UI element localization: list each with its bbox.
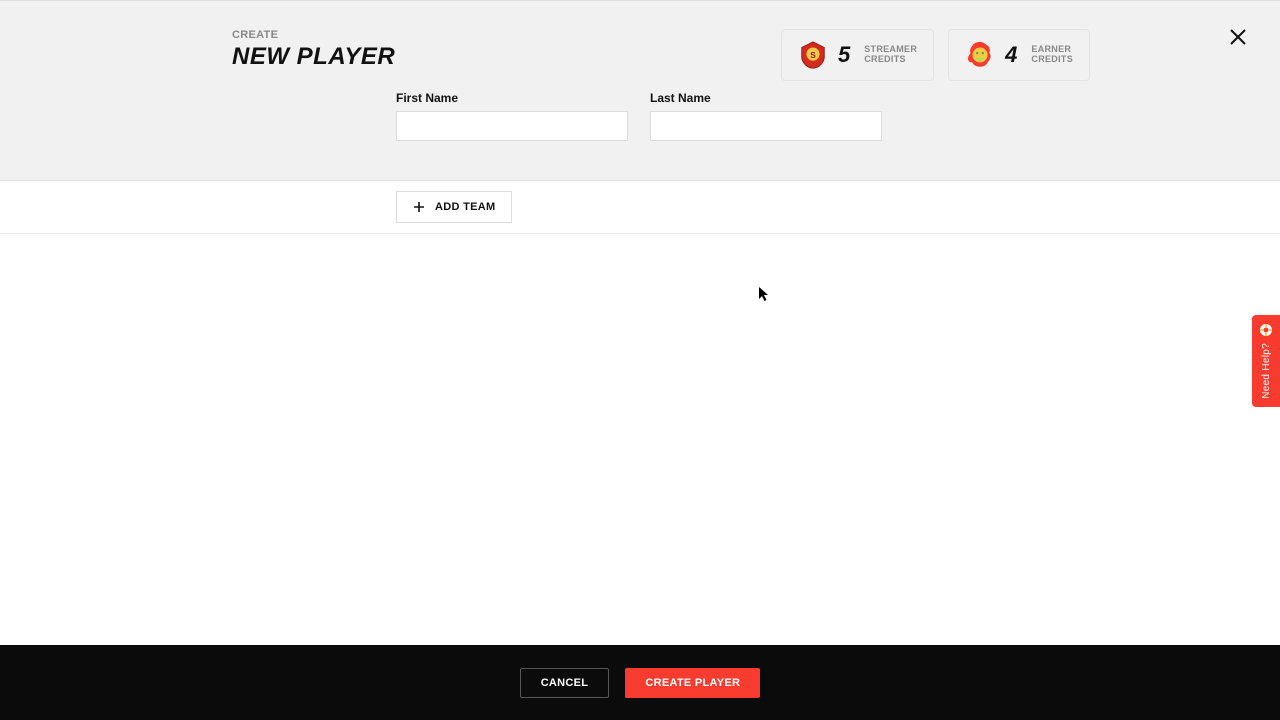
title-block: CREATE NEW PLAYER [232,29,395,71]
top-section: CREATE NEW PLAYER S 5 STREAMER CREDITS 4… [0,0,1280,181]
last-name-input[interactable] [650,111,882,141]
lifebuoy-icon [1259,323,1273,337]
eyebrow-text: CREATE [232,29,395,41]
page-title: NEW PLAYER [232,43,395,71]
first-name-label: First Name [396,91,628,105]
need-help-tab[interactable]: Need Help? [1252,315,1280,407]
earner-credit-label: EARNER CREDITS [1031,45,1073,65]
add-team-label: ADD TEAM [435,201,495,213]
streamer-badge-icon: S [798,40,828,70]
earner-credit-label-2: CREDITS [1031,55,1073,65]
last-name-field-group: Last Name [650,91,882,141]
svg-text:S: S [810,50,816,60]
last-name-label: Last Name [650,91,882,105]
streamer-credit-label-2: CREDITS [864,55,917,65]
cancel-button[interactable]: CANCEL [520,668,610,698]
need-help-label: Need Help? [1261,343,1272,399]
create-player-button[interactable]: CREATE PLAYER [625,668,760,698]
earner-credits-card[interactable]: 4 EARNER CREDITS [948,29,1090,81]
first-name-field-group: First Name [396,91,628,141]
earner-credit-count: 4 [1005,42,1017,68]
plus-icon [413,201,425,213]
streamer-credit-count: 5 [838,42,850,68]
bottom-bar: CANCEL CREATE PLAYER [0,645,1280,720]
close-icon [1228,27,1248,52]
credits-row: S 5 STREAMER CREDITS 4 EARNER CREDITS [781,29,1090,81]
first-name-input[interactable] [396,111,628,141]
streamer-credits-card[interactable]: S 5 STREAMER CREDITS [781,29,934,81]
form-row: First Name Last Name [396,91,1280,141]
cursor-icon [758,286,770,302]
close-button[interactable] [1226,27,1250,51]
add-team-row: ADD TEAM [0,181,1280,234]
earner-badge-icon [965,40,995,70]
add-team-button[interactable]: ADD TEAM [396,191,512,223]
streamer-credit-label: STREAMER CREDITS [864,45,917,65]
